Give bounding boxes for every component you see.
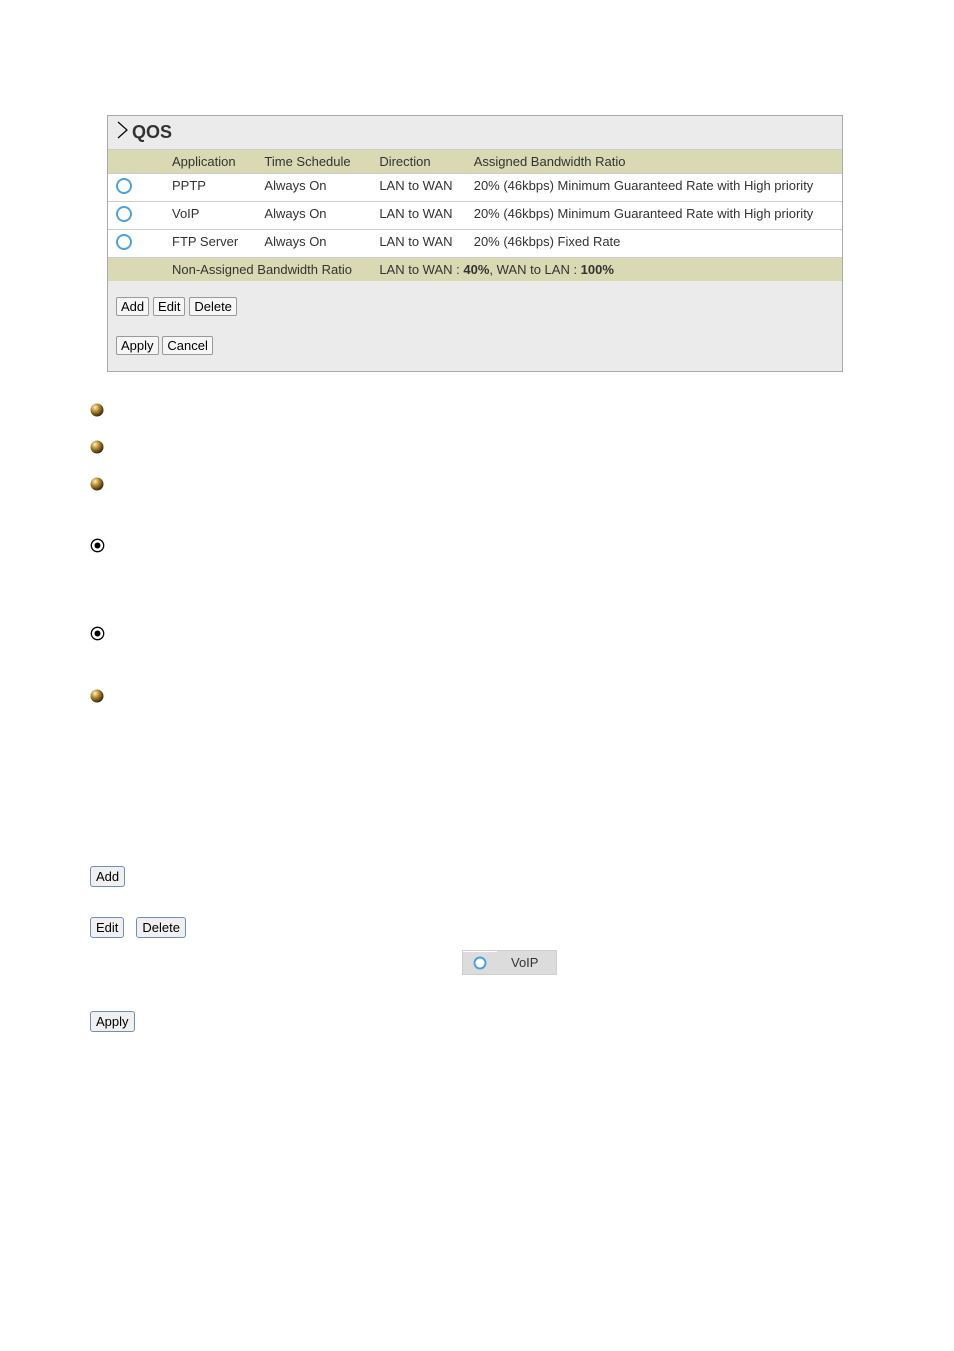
delete-button-2[interactable]: Delete: [136, 917, 186, 938]
gold-sphere-bullet-icon: [90, 440, 104, 454]
cell-bandwidth: 20% (46kbps) Minimum Guaranteed Rate wit…: [466, 202, 842, 230]
qos-header: QOS: [108, 116, 842, 149]
editdelete-explain-2b: .: [569, 955, 573, 971]
delete-button[interactable]: Delete: [189, 297, 237, 316]
cell-application: FTP Server: [164, 230, 256, 258]
radio-selected-icon: [90, 626, 105, 641]
editdelete-explain-2a: you want to edit/delete from the radio o…: [90, 955, 450, 971]
explain-lan-wan-b: E.g., you have a FTP server inside the l…: [117, 552, 852, 584]
non-assigned-row: Non-Assigned Bandwidth Ratio LAN to WAN …: [108, 258, 842, 282]
cell-bandwidth: 20% (46kbps) Fixed Rate: [466, 230, 842, 258]
gold-sphere-bullet-icon: [90, 477, 104, 491]
explain-non-assigned: Non-Assigned Bandwidth Ratio: This field…: [90, 774, 852, 806]
explain-wan-lan: LAN to WAN: Control Traffic flow from th…: [117, 624, 852, 656]
cell-direction: LAN to WAN: [371, 174, 465, 202]
explain-time-schedule: Time Schedule: Scheduling your QoS polic…: [116, 437, 477, 453]
explanation-section: Application: A name that identifies an e…: [90, 400, 852, 1059]
apply-button-2[interactable]: Apply: [90, 1011, 135, 1032]
edit-button[interactable]: Edit: [153, 297, 185, 316]
qos-panel: QOS Application Time Schedule Direction …: [107, 115, 843, 372]
cell-time-schedule: Always On: [256, 230, 371, 258]
explain-assigned-a: Assigned Bandwidth Ratio: This field sho…: [116, 686, 852, 702]
button-bar: Add Edit Delete Apply Cancel: [108, 281, 842, 371]
add-button[interactable]: Add: [116, 297, 149, 316]
row-radio[interactable]: [116, 234, 132, 250]
editdelete-explain: : Before using these buttons to edit or …: [198, 920, 679, 936]
explain-assigned-b: policy. If WAN connection to internet is…: [116, 702, 852, 734]
col-blank: [108, 150, 164, 174]
non-assigned-value: LAN to WAN : 40%, WAN to LAN : 100%: [371, 258, 842, 282]
qos-table: Application Time Schedule Direction Assi…: [108, 149, 842, 281]
col-direction: Direction: [371, 150, 465, 174]
radio-selected-icon: [90, 538, 105, 553]
cell-direction: LAN to WAN: [371, 202, 465, 230]
cell-application: VoIP: [164, 202, 256, 230]
arrow-icon: [116, 120, 132, 145]
apply-button[interactable]: Apply: [116, 336, 159, 355]
apply-explain: : After you have configured the policies…: [147, 1011, 852, 1043]
explain-direction-b: There are two settings to be provided in…: [116, 490, 542, 506]
explain-direction-a: Direction: The traffic flow direction to…: [116, 474, 542, 490]
qos-title-text: QOS: [132, 122, 172, 143]
edit-button-2[interactable]: Edit: [90, 917, 124, 938]
cell-time-schedule: Always On: [256, 174, 371, 202]
row-radio[interactable]: [116, 206, 132, 222]
cancel-button[interactable]: Cancel: [162, 336, 212, 355]
row-radio[interactable]: [116, 178, 132, 194]
apply-explain-2: Save Config to Flash in the left windows…: [147, 1043, 852, 1059]
voip-label: VoIP: [497, 951, 556, 974]
explain-application: Application: A name that identifies an e…: [116, 400, 439, 416]
cell-direction: LAN to WAN: [371, 230, 465, 258]
add-button-2[interactable]: Add: [90, 866, 125, 887]
add-explain: : Press this button to add a new QoS pol…: [137, 869, 408, 885]
cell-time-schedule: Always On: [256, 202, 371, 230]
gold-sphere-bullet-icon: [90, 689, 104, 703]
col-application: Application: [164, 150, 256, 174]
voip-radio-cell[interactable]: VoIP: [462, 950, 557, 975]
radio-empty-icon: [473, 956, 487, 970]
col-time-schedule: Time Schedule: [256, 150, 371, 174]
cell-application: PPTP: [164, 174, 256, 202]
table-row: FTP Server Always On LAN to WAN 20% (46k…: [108, 230, 842, 258]
table-row: VoIP Always On LAN to WAN 20% (46kbps) M…: [108, 202, 842, 230]
gold-sphere-bullet-icon: [90, 403, 104, 417]
col-bandwidth: Assigned Bandwidth Ratio: [466, 150, 842, 174]
non-assigned-label: Non-Assigned Bandwidth Ratio: [164, 258, 371, 282]
cell-bandwidth: 20% (46kbps) Minimum Guaranteed Rate wit…: [466, 174, 842, 202]
explain-lan-wan-a: LAN to WAN: You want to control the traf…: [117, 536, 852, 552]
table-row: PPTP Always On LAN to WAN 20% (46kbps) M…: [108, 174, 842, 202]
